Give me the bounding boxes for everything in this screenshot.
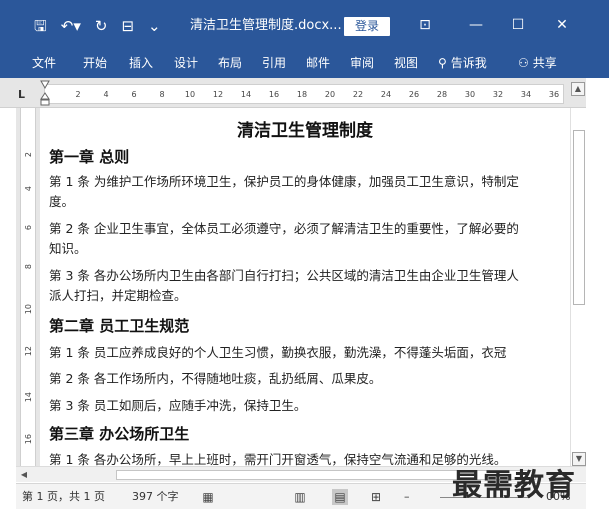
person-icon: ⚇ bbox=[518, 56, 529, 70]
paragraph-line: 知识。 bbox=[49, 241, 87, 256]
paragraph-line: 第 1 条 各办公场所，早上上班时，需开门开窗透气，保持空气流通和足够的光线。 bbox=[49, 452, 507, 466]
zoom-out-icon[interactable]: – bbox=[404, 490, 410, 504]
page-count[interactable]: 第 1 页，共 1 页 bbox=[22, 490, 105, 504]
vruler-tick: 10 bbox=[24, 304, 33, 315]
login-button[interactable]: 登录 bbox=[344, 17, 390, 36]
paragraph-line: 第 3 条 各办公场所内卫生由各部门自行打扫；公共区域的清洁卫生由企业卫生管理人 bbox=[49, 268, 519, 283]
ribbon-tabs: 文件 开始 插入 设计 布局 引用 邮件 审阅 视图 ⚲ 告诉我 ⚇ 共享 bbox=[0, 50, 609, 78]
ruler-tick: 18 bbox=[296, 90, 308, 99]
tab-file[interactable]: 文件 bbox=[32, 55, 56, 71]
vertical-scroll-thumb[interactable] bbox=[573, 130, 585, 305]
ruler-tick: 28 bbox=[436, 90, 448, 99]
horizontal-ruler[interactable]: 2 4 6 8 10 12 14 16 18 20 22 24 26 28 30… bbox=[44, 84, 564, 104]
vertical-scrollbar[interactable]: ▼ bbox=[570, 108, 586, 466]
word-count[interactable]: 397 个字 bbox=[132, 490, 179, 504]
search-icon: ⚲ bbox=[438, 56, 447, 70]
tab-home[interactable]: 开始 bbox=[83, 55, 107, 71]
vruler-tick: 2 bbox=[24, 152, 33, 158]
paragraph-line: 第 3 条 员工如厕后，应随手冲洗，保持卫生。 bbox=[49, 398, 307, 413]
paragraph-line: 第 1 条 员工应养成良好的个人卫生习惯，勤换衣服，勤洗澡，不得蓬头垢面，衣冠 bbox=[49, 345, 507, 360]
ruler-tick: 14 bbox=[240, 90, 252, 99]
tab-review[interactable]: 审阅 bbox=[350, 55, 374, 71]
ruler-tick: 20 bbox=[324, 90, 336, 99]
vruler-tick: 16 bbox=[24, 434, 33, 445]
scroll-up-button[interactable]: ▲ bbox=[571, 82, 585, 96]
vruler-tick: 12 bbox=[24, 346, 33, 357]
tell-me-button[interactable]: ⚲ 告诉我 bbox=[438, 55, 487, 71]
document-title: 清洁卫生管理制度.docx... bbox=[190, 18, 342, 33]
vertical-ruler-bar: 2 4 6 8 10 12 14 16 bbox=[20, 108, 36, 466]
proofing-icon[interactable]: ▦ bbox=[200, 489, 216, 505]
touch-mode-icon[interactable]: ⊟ bbox=[121, 16, 134, 36]
document-heading: 清洁卫生管理制度 bbox=[237, 121, 373, 141]
print-layout-icon[interactable]: ▤ bbox=[332, 489, 348, 505]
tab-mailings[interactable]: 邮件 bbox=[306, 55, 330, 71]
save-icon[interactable]: 🖫 bbox=[34, 16, 47, 36]
quick-access-toolbar: 🖫 ↶▾ ↻ ⊟ ⌄ bbox=[34, 16, 175, 36]
watermark-logo: 最需教育 bbox=[452, 468, 576, 503]
tab-design[interactable]: 设计 bbox=[174, 55, 198, 71]
vertical-ruler[interactable]: 2 4 6 8 10 12 14 16 bbox=[16, 108, 40, 466]
chapter-heading: 第二章 员工卫生规范 bbox=[49, 317, 190, 335]
ruler-tick: 22 bbox=[352, 90, 364, 99]
ruler-tick: 16 bbox=[268, 90, 280, 99]
paragraph-line: 第 2 条 各工作场所内，不得随地吐痰，乱扔纸屑、瓜果皮。 bbox=[49, 371, 382, 386]
ruler-tick: 36 bbox=[548, 90, 560, 99]
maximize-icon[interactable]: ☐ bbox=[507, 14, 529, 36]
redo-icon[interactable]: ↻ bbox=[95, 16, 108, 36]
ruler-tick: 8 bbox=[159, 90, 165, 99]
ruler-tick: 12 bbox=[212, 90, 224, 99]
left-margin bbox=[0, 108, 16, 522]
ruler-tick: 10 bbox=[184, 90, 196, 99]
horizontal-ruler-row: L 2 4 6 8 10 12 14 16 18 20 22 24 26 28 … bbox=[0, 78, 609, 108]
undo-icon[interactable]: ↶▾ bbox=[61, 16, 81, 36]
title-bar: 🖫 ↶▾ ↻ ⊟ ⌄ 清洁卫生管理制度.docx... 登录 ⊡ — ☐ ✕ bbox=[0, 0, 609, 50]
ruler-tick: 24 bbox=[380, 90, 392, 99]
read-mode-icon[interactable]: ▥ bbox=[292, 489, 308, 505]
minimize-icon[interactable]: — bbox=[465, 14, 487, 36]
tab-layout[interactable]: 布局 bbox=[218, 55, 242, 71]
paragraph-line: 第 1 条 为维护工作场所环境卫生，保护员工的身体健康，加强员工卫生意识，特制定 bbox=[49, 174, 519, 189]
close-icon[interactable]: ✕ bbox=[551, 14, 573, 36]
right-margin bbox=[586, 78, 609, 522]
ruler-tick: 30 bbox=[464, 90, 476, 99]
tab-selector[interactable]: L bbox=[18, 88, 32, 102]
ruler-tick: 26 bbox=[408, 90, 420, 99]
share-label: 共享 bbox=[532, 56, 557, 70]
web-layout-icon[interactable]: ⊞ bbox=[368, 489, 384, 505]
paragraph-line: 第 2 条 企业卫生事宜，全体员工必须遵守，必须了解清洁卫生的重要性，了解必要的 bbox=[49, 221, 519, 236]
vruler-tick: 6 bbox=[24, 225, 33, 231]
document-page[interactable]: 清洁卫生管理制度 第一章 总则 第 1 条 为维护工作场所环境卫生，保护员工的身… bbox=[40, 108, 570, 466]
vruler-tick: 14 bbox=[24, 392, 33, 403]
customize-icon[interactable]: ⌄ bbox=[148, 16, 161, 36]
ruler-tick: 4 bbox=[103, 90, 109, 99]
ribbon-options-icon[interactable]: ⊡ bbox=[414, 14, 436, 36]
scroll-left-button[interactable]: ◀ bbox=[18, 469, 30, 481]
ruler-tick: 32 bbox=[492, 90, 504, 99]
paragraph-line: 度。 bbox=[49, 194, 75, 209]
tab-insert[interactable]: 插入 bbox=[129, 55, 153, 71]
paragraph-line: 派人打扫，并定期检查。 bbox=[49, 288, 187, 303]
tab-view[interactable]: 视图 bbox=[394, 55, 418, 71]
chapter-heading: 第一章 总则 bbox=[49, 148, 130, 166]
chapter-heading: 第三章 办公场所卫生 bbox=[49, 425, 190, 443]
indent-marker-icon[interactable] bbox=[40, 80, 50, 106]
vruler-tick: 8 bbox=[24, 264, 33, 270]
ruler-tick: 34 bbox=[520, 90, 532, 99]
ruler-tick: 2 bbox=[75, 90, 81, 99]
tab-references[interactable]: 引用 bbox=[262, 55, 286, 71]
share-button[interactable]: ⚇ 共享 bbox=[518, 55, 557, 71]
ruler-tick: 6 bbox=[131, 90, 137, 99]
tell-me-label: 告诉我 bbox=[450, 56, 487, 70]
vruler-tick: 4 bbox=[24, 186, 33, 192]
